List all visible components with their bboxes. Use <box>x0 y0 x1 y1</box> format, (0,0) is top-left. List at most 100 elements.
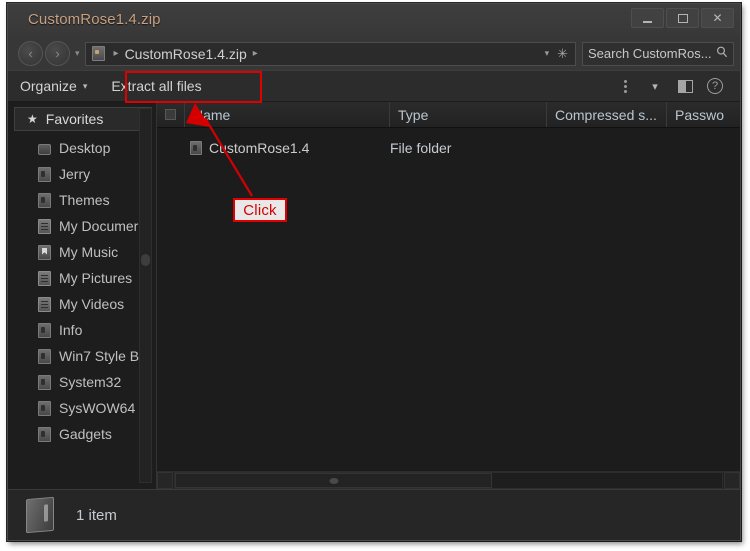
navigation-sidebar: ★ Favorites Desktop Jerry Themes My Docu… <box>8 102 157 489</box>
column-header-label: Name <box>193 106 231 123</box>
sidebar-item-win7-style-b[interactable]: Win7 Style B <box>8 343 156 369</box>
forward-button[interactable]: › <box>45 41 70 66</box>
forward-arrow-icon: › <box>55 46 60 61</box>
status-folder-icon <box>26 496 54 534</box>
folder-icon <box>38 374 51 390</box>
sidebar-item-info[interactable]: Info <box>8 317 156 343</box>
search-box[interactable]: Search CustomRos... <box>582 41 734 66</box>
documents-icon <box>38 218 51 234</box>
sidebar-item-label: System32 <box>59 374 122 390</box>
minimize-icon <box>632 9 663 27</box>
folder-icon <box>38 166 51 182</box>
breadcrumb-separator-trailing-icon[interactable]: ▸ <box>253 48 258 59</box>
folder-icon <box>38 322 51 338</box>
sidebar-group-favorites[interactable]: ★ Favorites <box>14 107 152 131</box>
explorer-window: CustomRose1.4.zip ✕ ‹ › ▾ ▸ CustomRose1.… <box>7 3 741 541</box>
file-list[interactable]: CustomRose1.4 File folder <box>157 128 740 471</box>
file-list-horizontal-scrollbar[interactable] <box>157 471 740 489</box>
search-glyph <box>716 46 728 58</box>
status-item-count: 1 item <box>76 506 117 524</box>
file-row-name-cell[interactable]: CustomRose1.4 <box>157 140 390 156</box>
folder-icon <box>190 140 202 155</box>
sidebar-vertical-scrollbar[interactable] <box>139 108 152 483</box>
view-dropdown-caret-icon[interactable]: ▾ <box>640 73 670 99</box>
sidebar-item-label: Themes <box>59 192 110 208</box>
status-bar: 1 item <box>8 489 740 540</box>
preview-pane-button[interactable] <box>670 73 700 99</box>
select-all-checkbox[interactable] <box>165 109 176 120</box>
sidebar-item-syswow64[interactable]: SysWOW64 <box>8 395 156 421</box>
recent-locations-caret-icon[interactable]: ▾ <box>75 48 80 59</box>
toolbar-right-group: ▾ ? <box>610 73 740 99</box>
column-header-label: Type <box>398 106 429 123</box>
organize-button[interactable]: Organize ▾ <box>8 71 99 101</box>
sidebar-scrollbar-thumb[interactable] <box>141 254 150 266</box>
sidebar-item-gadgets[interactable]: Gadgets <box>8 421 156 447</box>
sidebar-item-my-videos[interactable]: My Videos <box>8 291 156 317</box>
file-list-pane: Name Type Compressed s... Passwo CustomR… <box>157 102 740 489</box>
column-header-label: Compressed s... <box>555 106 657 123</box>
command-toolbar: Organize ▾ Extract all files ▾ ? <box>8 70 740 102</box>
sidebar-item-themes[interactable]: Themes <box>8 187 156 213</box>
column-header-row: Name Type Compressed s... Passwo <box>157 102 740 128</box>
maximize-button[interactable] <box>666 8 699 28</box>
sidebar-item-label: Jerry <box>59 166 91 182</box>
sidebar-item-label: My Documer <box>59 218 139 234</box>
address-dropdown-caret-icon[interactable]: ▾ <box>545 48 550 59</box>
sidebar-item-my-documents[interactable]: My Documer <box>8 213 156 239</box>
sidebar-item-my-music[interactable]: My Music <box>8 239 156 265</box>
extract-all-files-button[interactable]: Extract all files <box>99 71 213 101</box>
horizontal-scroll-thumb[interactable] <box>175 473 493 488</box>
title-bar: CustomRose1.4.zip ✕ <box>8 4 740 37</box>
screenshot-root: CustomRose1.4.zip ✕ ‹ › ▾ ▸ CustomRose1.… <box>0 0 750 551</box>
chevron-down-icon-view: ▾ <box>652 80 658 93</box>
minimize-button[interactable] <box>631 8 664 28</box>
preview-pane-icon <box>677 79 693 93</box>
refresh-icon[interactable]: ✳ <box>557 46 568 62</box>
search-input[interactable]: Search CustomRos... <box>588 46 716 61</box>
column-header-name[interactable]: Name <box>185 102 390 127</box>
table-row[interactable]: CustomRose1.4 File folder <box>157 136 740 159</box>
window-body: ★ Favorites Desktop Jerry Themes My Docu… <box>8 102 740 489</box>
file-row-type: File folder <box>390 139 452 156</box>
organize-label: Organize <box>20 78 77 94</box>
address-bar-actions: ▾ ✳ <box>545 46 571 62</box>
close-icon: ✕ <box>712 11 723 25</box>
window-controls: ✕ <box>629 8 734 28</box>
address-bar: ‹ › ▾ ▸ CustomRose1.4.zip ▸ ▾ ✳ Search C… <box>8 37 740 70</box>
back-button[interactable]: ‹ <box>18 41 43 66</box>
annotation-click-label: Click <box>233 198 287 222</box>
column-header-type[interactable]: Type <box>390 102 547 127</box>
help-button[interactable]: ? <box>700 73 730 99</box>
column-header-password[interactable]: Passwo <box>667 102 740 127</box>
breadcrumb-item-0[interactable]: CustomRose1.4.zip <box>125 46 247 62</box>
column-header-select-all[interactable] <box>157 102 185 127</box>
window-title: CustomRose1.4.zip <box>28 11 161 28</box>
desktop-icon <box>38 143 51 155</box>
close-button[interactable]: ✕ <box>701 8 734 28</box>
sidebar-item-label: Win7 Style B <box>59 348 140 364</box>
horizontal-scroll-track[interactable] <box>174 472 723 489</box>
sidebar-item-label: SysWOW64 <box>59 400 136 416</box>
help-icon: ? <box>707 78 723 94</box>
maximize-icon <box>667 9 698 27</box>
column-header-label: Passwo <box>675 106 725 123</box>
extract-all-files-label: Extract all files <box>111 78 202 94</box>
sidebar-group-favorites-label: Favorites <box>45 111 104 127</box>
sidebar-item-jerry[interactable]: Jerry <box>8 161 156 187</box>
sidebar-item-system32[interactable]: System32 <box>8 369 156 395</box>
pictures-icon <box>38 270 51 286</box>
column-header-compressed-size[interactable]: Compressed s... <box>547 102 667 127</box>
file-row-name: CustomRose1.4 <box>209 139 310 156</box>
scroll-right-button[interactable] <box>724 472 740 489</box>
more-options-icon[interactable] <box>610 73 640 99</box>
sidebar-item-desktop[interactable]: Desktop <box>8 135 156 161</box>
music-icon <box>38 244 51 260</box>
scroll-left-button[interactable] <box>157 472 173 489</box>
sidebar-item-label: Gadgets <box>59 426 112 442</box>
kebab-dots-icon <box>623 79 627 93</box>
chevron-down-icon: ▾ <box>82 80 88 91</box>
sidebar-item-my-pictures[interactable]: My Pictures <box>8 265 156 291</box>
address-path-box[interactable]: ▸ CustomRose1.4.zip ▸ ▾ ✳ <box>84 41 576 66</box>
star-icon: ★ <box>27 112 38 126</box>
